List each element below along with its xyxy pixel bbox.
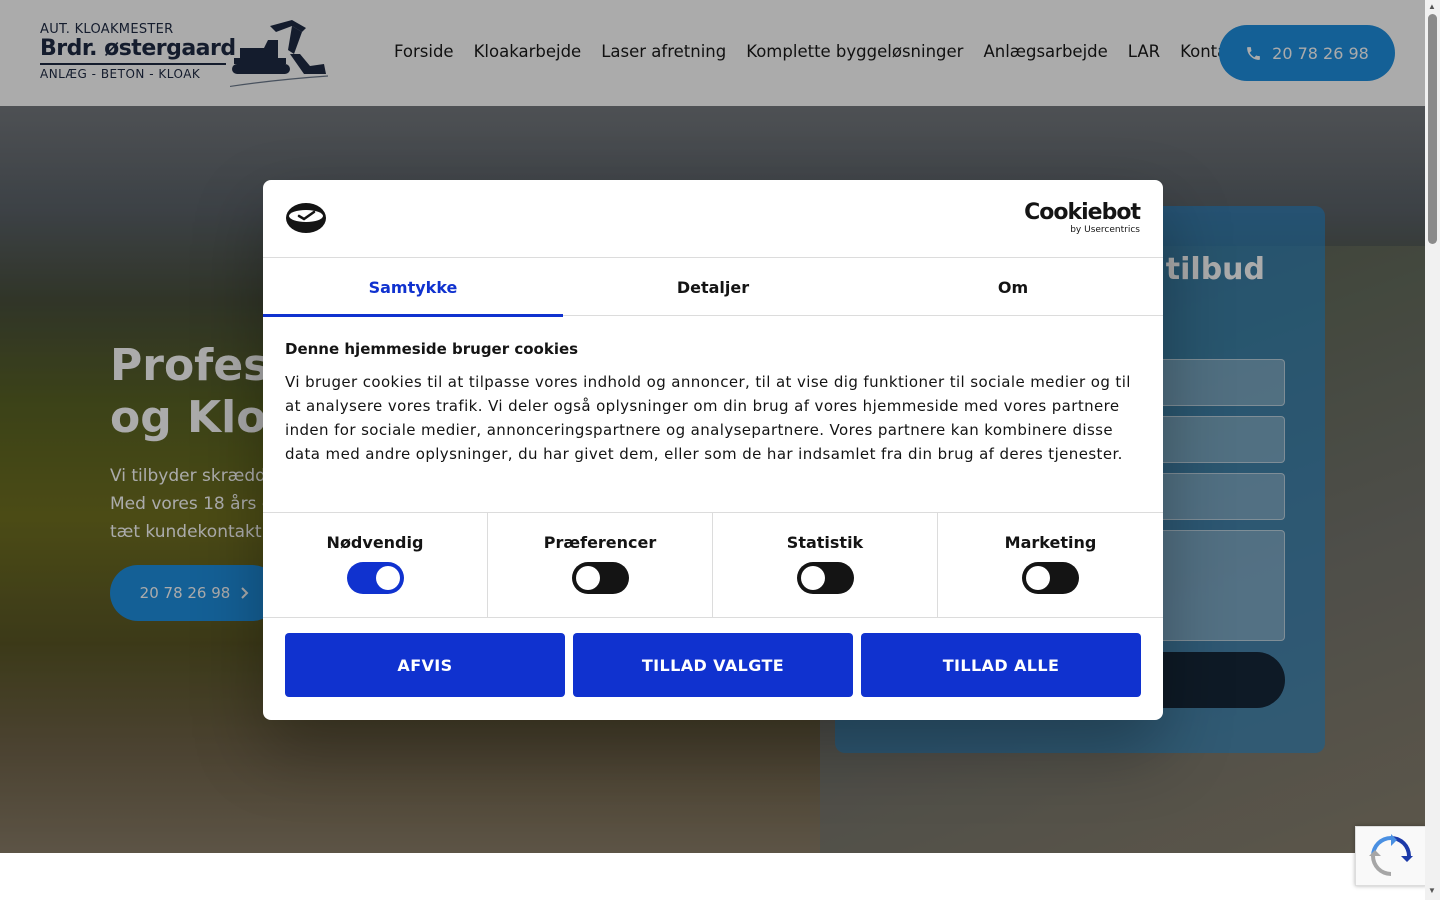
scroll-down-arrow-icon[interactable]: ▼ [1428, 886, 1436, 895]
toggle-noedvendig[interactable] [346, 562, 404, 594]
toggle-praeferencer[interactable] [571, 562, 629, 594]
recaptcha-badge[interactable] [1355, 826, 1427, 886]
toggle-group-noedvendig: Nødvendig [263, 513, 488, 617]
scroll-thumb[interactable] [1428, 14, 1437, 244]
cookiebot-by: by Usercentrics [1070, 225, 1140, 235]
recaptcha-icon [1369, 834, 1413, 876]
toggle-marketing[interactable] [1022, 562, 1079, 594]
toggle-group-statistik: Statistik [713, 513, 938, 617]
toggle-label-statistik: Statistik [786, 533, 864, 552]
toggle-label-praeferencer: Præferencer [543, 533, 657, 552]
cookiebot-name: Cookiebot [1024, 200, 1141, 225]
cookie-consent-dialog: Cookiebot by Usercentrics Samtykke Detal… [263, 180, 1163, 720]
cookie-dialog-description: Vi bruger cookies til at tilpasse vores … [285, 373, 1131, 463]
toggle-group-marketing: Marketing [938, 513, 1163, 617]
toggle-label-marketing: Marketing [1004, 533, 1097, 552]
page-scrollbar[interactable]: ▲ ▼ [1425, 0, 1440, 900]
allow-all-button[interactable]: TILLAD ALLE [861, 633, 1141, 697]
cookiebot-brand[interactable]: Cookiebot by Usercentrics [1024, 200, 1141, 236]
cookie-category-toggles: Nødvendig Præferencer Statistik Marketin… [263, 512, 1163, 618]
toggle-group-praeferencer: Præferencer [488, 513, 713, 617]
cookie-tabs: Samtykke Detaljer Om [263, 258, 1163, 317]
deny-button[interactable]: AFVIS [285, 633, 565, 697]
scroll-up-arrow-icon[interactable]: ▲ [1428, 2, 1436, 11]
tab-samtykke[interactable]: Samtykke [263, 258, 563, 317]
tab-om[interactable]: Om [863, 258, 1163, 316]
cookie-button-row: AFVIS TILLAD VALGTE TILLAD ALLE [285, 633, 1141, 697]
cookie-dialog-body: Denne hjemmeside bruger cookies Vi bruge… [285, 340, 1145, 466]
toggle-statistik[interactable] [796, 562, 854, 594]
cookie-dialog-header: Cookiebot by Usercentrics [263, 180, 1163, 258]
allow-selected-button[interactable]: TILLAD VALGTE [573, 633, 853, 697]
cookie-logo-icon [286, 203, 326, 233]
toggle-label-noedvendig: Nødvendig [326, 533, 424, 552]
tab-detaljer[interactable]: Detaljer [563, 258, 863, 316]
cookie-dialog-heading: Denne hjemmeside bruger cookies [285, 340, 579, 358]
